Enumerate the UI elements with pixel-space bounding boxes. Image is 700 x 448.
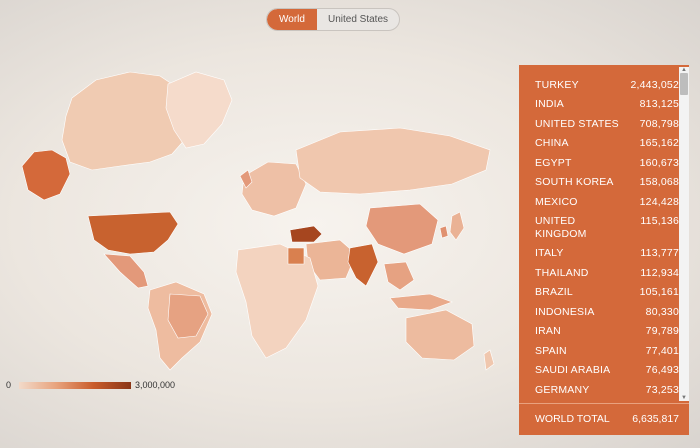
country-value: 113,777 (640, 247, 679, 260)
country-name: INDIA (535, 98, 565, 111)
scrollbar-thumb[interactable] (680, 73, 688, 95)
country-name: THAILAND (535, 266, 589, 279)
legend-max-label: 3,000,000 (135, 380, 176, 390)
map-region-mexico[interactable] (103, 253, 149, 289)
legend-min-label: 0 (6, 380, 12, 390)
map-region-china[interactable] (365, 203, 439, 255)
country-value: 76,493 (645, 364, 679, 377)
map-region-southeast-asia[interactable] (383, 261, 415, 291)
country-value: 813,125 (639, 98, 679, 111)
country-name: UNITED KINGDOM (535, 215, 587, 240)
world-map[interactable] (0, 58, 520, 378)
map-region-europe[interactable] (241, 161, 307, 217)
world-total-label: WORLD TOTAL (535, 413, 610, 425)
list-item[interactable]: ITALY 113,777 (519, 247, 679, 259)
map-region-indonesia[interactable] (389, 293, 453, 311)
map-region-japan[interactable] (449, 211, 465, 241)
country-value: 77,401 (645, 344, 679, 357)
color-legend: 0 3,000,000 (6, 379, 175, 391)
country-value: 73,253 (645, 383, 679, 396)
list-item[interactable]: TURKEY 2,443,052 (519, 79, 679, 91)
country-name: TURKEY (535, 79, 579, 91)
list-item[interactable]: GERMANY 73,253 (519, 384, 679, 396)
map-region-egypt[interactable] (287, 247, 305, 265)
country-name: SOUTH KOREA (535, 176, 614, 189)
country-value: 115,136 (640, 215, 679, 228)
map-region-united-states[interactable] (87, 211, 179, 255)
map-region-new-zealand[interactable] (483, 349, 495, 371)
list-item[interactable]: THAILAND 112,934 (519, 267, 679, 279)
map-region-south-korea[interactable] (439, 225, 449, 239)
region-toggle: World United States (266, 8, 400, 31)
country-value: 79,789 (645, 325, 679, 338)
country-value: 105,161 (639, 286, 679, 299)
list-item[interactable]: EGYPT 160,673 (519, 157, 679, 169)
country-name: IRAN (535, 325, 561, 338)
list-item[interactable]: SOUTH KOREA 158,068 (519, 176, 679, 188)
united-states-tab[interactable]: United States (317, 9, 399, 30)
map-region-turkey[interactable] (289, 225, 323, 243)
map-region-africa[interactable] (235, 243, 319, 359)
country-name: CHINA (535, 137, 569, 150)
map-region-australia[interactable] (405, 309, 475, 361)
country-name: UNITED STATES (535, 117, 619, 130)
country-ranking-panel: TURKEY 2,443,052 INDIA 813,125 UNITED STAT… (519, 65, 689, 435)
legend-gradient-bar (19, 381, 132, 389)
country-name: BRAZIL (535, 286, 573, 299)
world-total-value: 6,635,817 (632, 413, 679, 425)
country-name: SPAIN (535, 344, 567, 357)
country-value: 124,428 (639, 195, 679, 208)
total-divider (519, 403, 689, 404)
country-name: INDONESIA (535, 305, 595, 318)
list-item[interactable]: UNITED KINGDOM 115,136 (519, 215, 679, 240)
country-value: 165,162 (639, 137, 679, 150)
map-region-india[interactable] (347, 243, 379, 287)
map-region-alaska[interactable] (21, 149, 71, 201)
list-item[interactable]: IRAN 79,789 (519, 325, 679, 337)
country-list[interactable]: TURKEY 2,443,052 INDIA 813,125 UNITED STAT… (519, 65, 679, 401)
list-item[interactable]: MEXICO 124,428 (519, 196, 679, 208)
country-value: 2,443,052 (630, 79, 679, 91)
world-total-row: WORLD TOTAL 6,635,817 (535, 413, 679, 425)
country-value: 80,330 (645, 305, 679, 318)
country-value: 160,673 (639, 156, 679, 169)
country-name: GERMANY (535, 383, 590, 396)
country-name: EGYPT (535, 156, 572, 169)
list-item[interactable]: BRAZIL 105,161 (519, 286, 679, 298)
country-value: 708,798 (639, 117, 679, 130)
list-item[interactable]: SPAIN 77,401 (519, 345, 679, 357)
map-region-russia[interactable] (295, 127, 491, 195)
country-name: ITALY (535, 247, 564, 260)
list-item[interactable]: CHINA 165,162 (519, 137, 679, 149)
country-value: 158,068 (639, 176, 679, 189)
list-scrollbar[interactable]: ▲ ▼ (679, 67, 689, 401)
country-name: MEXICO (535, 195, 578, 208)
list-item[interactable]: INDIA 813,125 (519, 98, 679, 110)
list-item[interactable]: SAUDI ARABIA 76,493 (519, 364, 679, 376)
country-name: SAUDI ARABIA (535, 364, 611, 377)
world-tab[interactable]: World (267, 9, 317, 30)
country-value: 112,934 (640, 266, 679, 279)
list-item[interactable]: INDONESIA 80,330 (519, 306, 679, 318)
list-item[interactable]: UNITED STATES 708,798 (519, 118, 679, 130)
scroll-down-arrow-icon[interactable]: ▼ (679, 395, 689, 401)
